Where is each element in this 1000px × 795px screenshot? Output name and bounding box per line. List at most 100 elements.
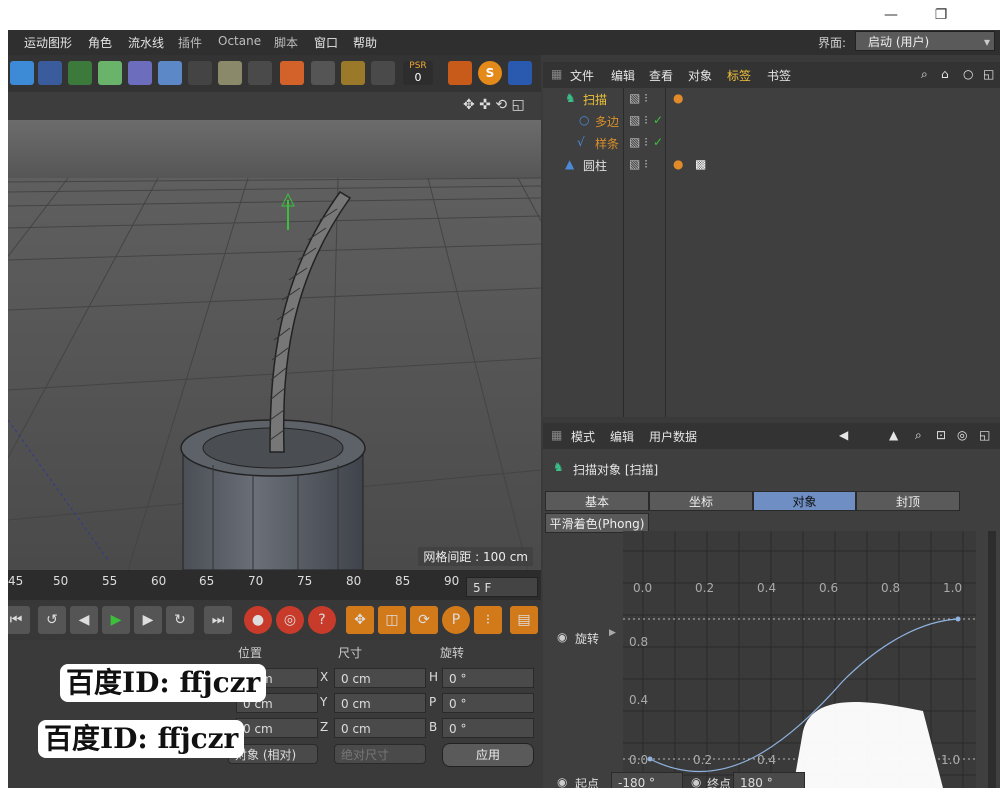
- camera-icon[interactable]: [188, 61, 212, 85]
- size-z-field[interactable]: 0 cm: [334, 718, 426, 738]
- menu-script[interactable]: 脚本: [274, 34, 298, 51]
- layout-select[interactable]: 启动 (用户) ▾: [855, 31, 995, 51]
- film-icon[interactable]: ▤: [510, 606, 538, 634]
- visibility-icon[interactable]: ▧ ⁝: [629, 135, 648, 149]
- visibility-icon[interactable]: ▧ ⁝: [629, 113, 648, 127]
- play-icon[interactable]: ▶: [102, 606, 130, 634]
- radio-icon[interactable]: ◉: [557, 630, 567, 644]
- rotate-key-icon[interactable]: ⟳: [410, 606, 438, 634]
- snap-icon[interactable]: [448, 61, 472, 85]
- record-icon[interactable]: ●: [244, 606, 272, 634]
- rot-p-field[interactable]: 0 °: [442, 693, 534, 713]
- menu-motion-graphics[interactable]: 运动图形: [24, 34, 72, 51]
- om-menu-file[interactable]: 文件: [570, 67, 594, 84]
- radio-icon[interactable]: ◉: [691, 775, 701, 788]
- object-row-cylinder[interactable]: ▲ 圆柱 ▧ ⁝ ● ▩: [543, 154, 1000, 176]
- expand-arrow-icon[interactable]: ▶: [609, 628, 616, 638]
- figure-icon[interactable]: [248, 61, 272, 85]
- current-frame-field[interactable]: 5 F: [466, 577, 538, 597]
- object-row-polygon[interactable]: ○ 多边 ▧ ⁝ ✓: [543, 110, 1000, 132]
- subdivision-icon[interactable]: [68, 61, 92, 85]
- param-key-icon[interactable]: P: [442, 606, 470, 634]
- deformer-icon[interactable]: [128, 61, 152, 85]
- prev-frame-icon[interactable]: ◀: [70, 606, 98, 634]
- viewport-nav-icons[interactable]: ✥ ✜ ⟲ ◱: [463, 97, 525, 113]
- om-menu-tags[interactable]: 标签: [727, 67, 751, 84]
- rotation-spline-editor[interactable]: 0.0 0.2 0.4 0.6 0.8 1.0 0.8 0.4 0.0 0.2 …: [623, 531, 976, 788]
- tab-phong[interactable]: 平滑着色(Phong): [545, 513, 649, 533]
- floor-icon[interactable]: [158, 61, 182, 85]
- timeline-ruler[interactable]: 45 50 55 60 65 70 75 80 85 90 5 F: [8, 570, 541, 600]
- search-icon[interactable]: ⌕: [921, 67, 928, 82]
- size-x-field[interactable]: 0 cm: [334, 668, 426, 688]
- end-field[interactable]: 180 °: [733, 772, 805, 788]
- size-mode-select[interactable]: 绝对尺寸: [334, 744, 426, 764]
- render-view-icon[interactable]: [311, 61, 335, 85]
- menu-window[interactable]: 窗口: [314, 34, 338, 51]
- size-y-field[interactable]: 0 cm: [334, 693, 426, 713]
- tab-object[interactable]: 对象: [753, 491, 856, 511]
- phong-tag-icon[interactable]: ●: [673, 157, 683, 171]
- scrollbar[interactable]: [988, 531, 996, 788]
- object-row-sweep[interactable]: ♞ 扫描 ▧ ⁝ ●: [543, 88, 1000, 110]
- apply-button[interactable]: 应用: [442, 743, 534, 767]
- target-icon[interactable]: ◎: [957, 428, 967, 442]
- up-arrow-icon[interactable]: ▲: [889, 428, 898, 442]
- phong-tag-icon[interactable]: ●: [673, 91, 683, 105]
- menu-octane[interactable]: Octane: [218, 34, 261, 48]
- pla-key-icon[interactable]: ⁝: [474, 606, 502, 634]
- rot-b-field[interactable]: 0 °: [442, 718, 534, 738]
- visibility-icon[interactable]: ▧ ⁝: [629, 157, 648, 171]
- move-key-icon[interactable]: ✥: [346, 606, 374, 634]
- minimize-button[interactable]: —: [880, 5, 902, 25]
- keyframe-help-icon[interactable]: ?: [308, 606, 336, 634]
- lock-icon[interactable]: ⊡: [936, 428, 946, 442]
- tab-coord[interactable]: 坐标: [649, 491, 753, 511]
- go-start-icon[interactable]: ⏮: [8, 606, 30, 634]
- object-row-spline[interactable]: √ 样条 ▧ ⁝ ✓: [543, 132, 1000, 154]
- search-icon[interactable]: ⌕: [915, 428, 922, 443]
- snap-s-icon[interactable]: S: [478, 61, 502, 85]
- om-menu-view[interactable]: 查看: [649, 67, 673, 84]
- am-menu-edit[interactable]: 编辑: [610, 428, 634, 445]
- check-icon[interactable]: ✓: [653, 113, 663, 127]
- material-icon[interactable]: [280, 61, 304, 85]
- scale-key-icon[interactable]: ◫: [378, 606, 406, 634]
- coordinate-icon[interactable]: [341, 61, 365, 85]
- workplane-icon[interactable]: [508, 61, 532, 85]
- maximize-button[interactable]: ❐: [930, 5, 952, 25]
- menu-pipeline[interactable]: 流水线: [128, 34, 164, 51]
- menu-help[interactable]: 帮助: [353, 34, 377, 51]
- tab-basic[interactable]: 基本: [545, 491, 649, 511]
- array-icon[interactable]: [98, 61, 122, 85]
- om-menu-bookmarks[interactable]: 书签: [767, 67, 791, 84]
- radio-icon[interactable]: ◉: [557, 775, 567, 788]
- next-frame-icon[interactable]: ▶: [134, 606, 162, 634]
- expand-icon[interactable]: ◱: [979, 428, 990, 442]
- visibility-icon[interactable]: ▧ ⁝: [629, 91, 648, 105]
- check-icon[interactable]: ✓: [653, 135, 663, 149]
- pen-icon[interactable]: [38, 61, 62, 85]
- axis-icon[interactable]: [371, 61, 395, 85]
- go-end-icon[interactable]: ⏭: [204, 606, 232, 634]
- cube-icon[interactable]: [10, 61, 34, 85]
- tab-caps[interactable]: 封顶: [856, 491, 960, 511]
- next-key-icon[interactable]: ↻: [166, 606, 194, 634]
- am-menu-mode[interactable]: 模式: [571, 428, 595, 445]
- 3d-viewport[interactable]: 网格间距 : 100 cm: [8, 120, 541, 570]
- texture-tag-icon[interactable]: ▩: [695, 157, 706, 171]
- prev-key-icon[interactable]: ↺: [38, 606, 66, 634]
- layer-icon[interactable]: ○: [963, 67, 973, 81]
- home-icon[interactable]: ⌂: [941, 67, 949, 81]
- pos-z-field[interactable]: 0 cm: [236, 718, 318, 738]
- light-icon[interactable]: [218, 61, 242, 85]
- menu-character[interactable]: 角色: [88, 34, 112, 51]
- rot-h-field[interactable]: 0 °: [442, 668, 534, 688]
- menu-plugins[interactable]: 插件: [178, 34, 202, 51]
- autokey-icon[interactable]: ◎: [276, 606, 304, 634]
- back-arrow-icon[interactable]: ◀: [839, 428, 848, 442]
- start-field[interactable]: -180 °: [611, 772, 683, 788]
- am-menu-userdata[interactable]: 用户数据: [649, 428, 697, 445]
- om-menu-object[interactable]: 对象: [688, 67, 712, 84]
- om-menu-edit[interactable]: 编辑: [611, 67, 635, 84]
